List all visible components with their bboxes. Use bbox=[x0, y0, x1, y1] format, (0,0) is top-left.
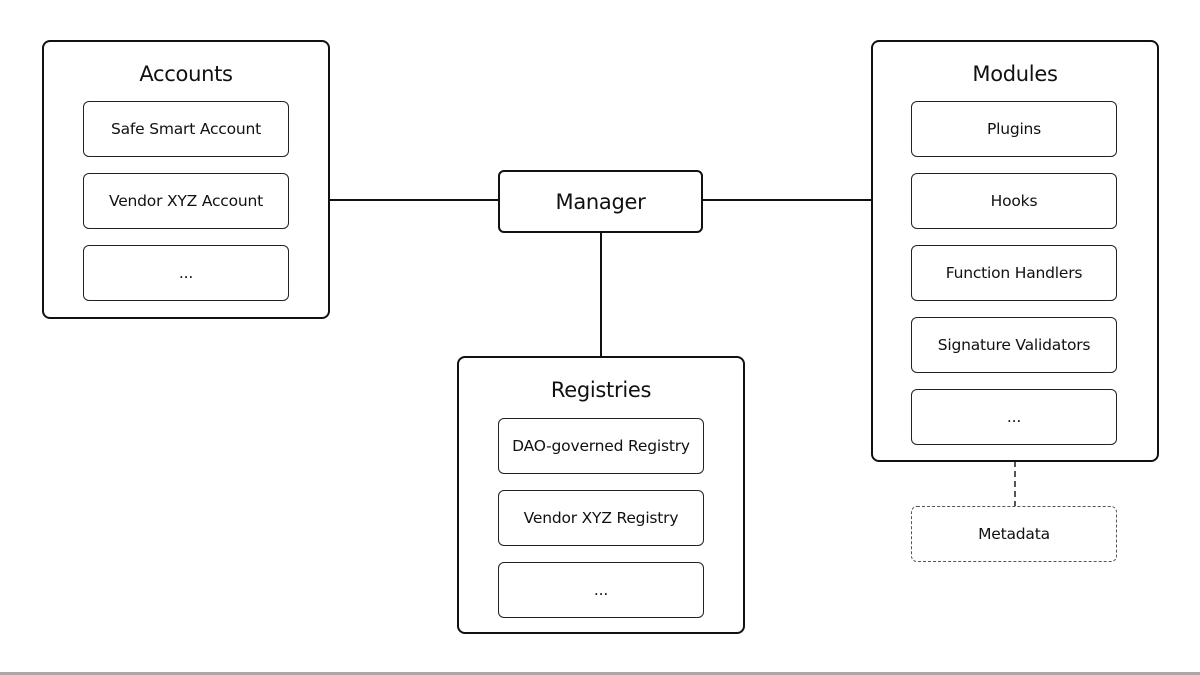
account-item-safe-smart-account: Safe Smart Account bbox=[83, 101, 289, 157]
module-item-hooks: Hooks bbox=[911, 173, 1117, 229]
registry-item-dao-governed: DAO-governed Registry bbox=[498, 418, 704, 474]
metadata-node: Metadata bbox=[911, 506, 1117, 562]
module-item-signature-validators: Signature Validators bbox=[911, 317, 1117, 373]
registries-title: Registries bbox=[550, 378, 652, 402]
account-item-vendor-xyz-account: Vendor XYZ Account bbox=[83, 173, 289, 229]
connector-manager-registries bbox=[600, 232, 602, 357]
module-item-function-handlers: Function Handlers bbox=[911, 245, 1117, 301]
connector-manager-modules bbox=[702, 199, 872, 201]
account-item-more: ... bbox=[83, 245, 289, 301]
module-item-plugins: Plugins bbox=[911, 101, 1117, 157]
registry-item-more: ... bbox=[498, 562, 704, 618]
accounts-title: Accounts bbox=[139, 62, 233, 86]
registry-item-vendor-xyz: Vendor XYZ Registry bbox=[498, 490, 704, 546]
connector-modules-metadata bbox=[1014, 461, 1016, 507]
module-item-more: ... bbox=[911, 389, 1117, 445]
modules-title: Modules bbox=[972, 62, 1058, 86]
connector-accounts-manager bbox=[329, 199, 500, 201]
manager-node: Manager bbox=[498, 170, 703, 233]
